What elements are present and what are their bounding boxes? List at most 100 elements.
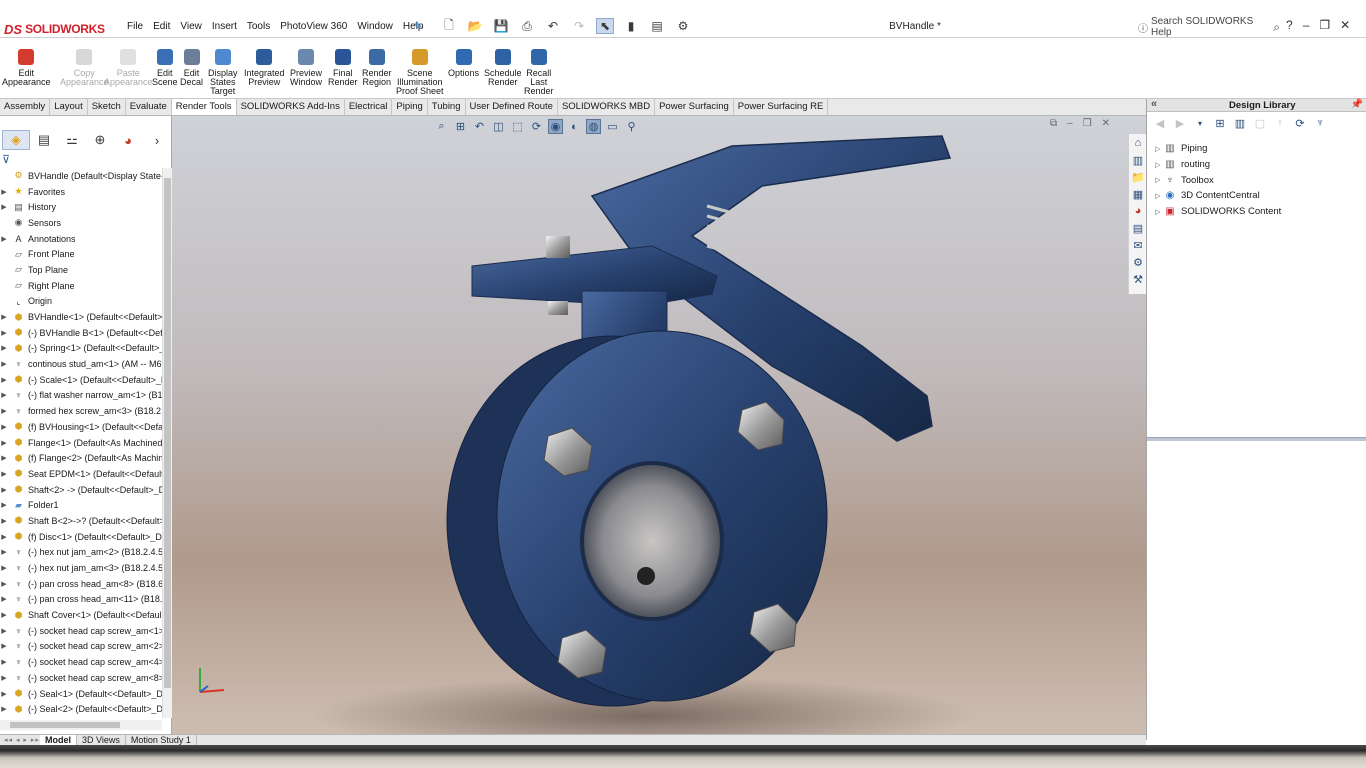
forward-icon[interactable]: ▶ (1173, 116, 1187, 130)
tree-item[interactable]: ▶ ♆ continous stud_am<1> (AM -- M6 (0, 356, 162, 372)
menu-view[interactable]: View (175, 21, 207, 32)
expand-arrow-icon[interactable]: ▷ (1155, 145, 1164, 153)
pin-pane-icon[interactable]: 📌 (1351, 99, 1363, 110)
back-icon[interactable]: ◀ (1153, 116, 1167, 130)
menu-edit[interactable]: Edit (148, 21, 175, 32)
tree-item[interactable]: ▶ ⬢ Flange<1> (Default<As Machined: (0, 435, 162, 451)
expand-arrow-icon[interactable]: ▶ (0, 454, 8, 462)
expand-arrow-icon[interactable]: ▶ (0, 486, 8, 494)
scrollbar-thumb[interactable] (164, 178, 171, 688)
tree-item[interactable]: ▶ ⬢ (f) Flange<2> (Default<As Machin (0, 450, 162, 466)
tree-item[interactable]: ▶ ♆ (-) socket head cap screw_am<8> (0, 670, 162, 686)
tree-item[interactable]: ▶ ⬢ Shaft<2> -> (Default<<Default>_D (0, 482, 162, 498)
view-palette-icon[interactable]: ▦ (1130, 186, 1146, 202)
tree-item[interactable]: ▶ ⬢ BVHandle<1> (Default<<Default> (0, 309, 162, 325)
feature-tree-vertical-scrollbar[interactable] (162, 168, 172, 718)
add-to-library-icon[interactable]: ⊞ (1213, 116, 1227, 130)
tree-item[interactable]: ▶ ♆ (-) pan cross head_am<8> (B18.6.7 (0, 576, 162, 592)
tree-item[interactable]: ▶ ⬢ (f) Disc<1> (Default<<Default>_Di (0, 529, 162, 545)
tree-item[interactable]: ⚙ BVHandle (Default<Display State-1>) (0, 168, 162, 184)
display-manager-icon[interactable]: ◕ (114, 130, 142, 150)
restore-icon[interactable]: ❐ (1319, 18, 1330, 32)
tab-solidworks-mbd[interactable]: SOLIDWORKS MBD (558, 99, 656, 115)
tree-item[interactable]: ▶ ♆ (-) flat washer narrow_am<1> (B18 (0, 388, 162, 404)
select-arrow-icon[interactable]: ⬉ (596, 18, 614, 34)
file-properties-icon[interactable]: ▤ (648, 18, 666, 34)
tab-user-defined-route[interactable]: User Defined Route (466, 99, 558, 115)
help-search-input[interactable]: Search SOLIDWORKS Help (1151, 16, 1270, 38)
search-icon[interactable]: ⌕ (1273, 20, 1280, 35)
close-icon[interactable]: ✕ (1340, 18, 1350, 32)
final-render-button[interactable]: Final Render (328, 49, 358, 87)
configuration-manager-icon[interactable]: ⚍ (58, 130, 86, 150)
tree-item[interactable]: ▶ ♆ (-) socket head cap screw_am<1> (0, 623, 162, 639)
expand-arrow-icon[interactable]: ▶ (0, 376, 8, 384)
save-icon[interactable]: 💾 (492, 18, 510, 34)
expand-arrow-icon[interactable]: ▷ (1155, 161, 1164, 169)
appearances-scenes-icon[interactable]: ◕ (1130, 203, 1146, 219)
graphics-area[interactable]: ⌕ ⊞ ↶ ◫ ⬚ ⟳ ◉ ◐ ◍ ▭ ⚲ ⧉ – ❐ ✕ (172, 116, 1146, 734)
tab-render-tools[interactable]: Render Tools (171, 99, 237, 115)
help-question-icon[interactable]: ? (1286, 18, 1293, 32)
help-search[interactable]: ⓘ Search SOLIDWORKS Help ⌕ (1138, 16, 1280, 38)
up-one-level-icon[interactable]: ↑ (1273, 116, 1287, 130)
expand-arrow-icon[interactable]: ▶ (0, 564, 8, 572)
expand-arrow-icon[interactable]: ▶ (0, 188, 8, 196)
expand-arrow-icon[interactable]: ▶ (0, 690, 8, 698)
edit-appearance-button[interactable]: Edit Appearance (2, 49, 51, 87)
tree-item[interactable]: ◉ Sensors (0, 215, 162, 231)
expand-arrow-icon[interactable]: ▷ (1155, 208, 1164, 216)
property-manager-icon[interactable]: ▤ (30, 130, 58, 150)
tree-item[interactable]: ▱ Front Plane (0, 246, 162, 262)
panel-chevron-right-icon[interactable]: › (148, 130, 166, 150)
design-library-item-solidworks-content[interactable]: ▷ ▣ SOLIDWORKS Content (1155, 204, 1281, 220)
tree-item[interactable]: ▶ ★ Favorites (0, 184, 162, 200)
menu-tools[interactable]: Tools (242, 21, 275, 32)
file-explorer-icon[interactable]: 📁 (1130, 169, 1146, 185)
tree-item[interactable]: ▶ ⬢ (-) Scale<1> (Default<<Default>_D (0, 372, 162, 388)
tree-item[interactable]: ▶ ♆ (-) socket head cap screw_am<4> (0, 654, 162, 670)
design-library-splitter[interactable] (1147, 437, 1366, 441)
expand-arrow-icon[interactable]: ▶ (0, 391, 8, 399)
tree-item[interactable]: ▶ ♆ (-) hex nut jam_am<3> (B18.2.4.5M (0, 560, 162, 576)
tab-tubing[interactable]: Tubing (428, 99, 466, 115)
tree-item[interactable]: ▶ A Annotations (0, 231, 162, 247)
tree-item[interactable]: ▶ ♆ (-) pan cross head_am<11> (B18.6 (0, 592, 162, 608)
undo-icon[interactable]: ↶ (544, 18, 562, 34)
butterfly-valve-model[interactable] (172, 116, 1146, 734)
tree-item[interactable]: ⌞ Origin (0, 294, 162, 310)
options-gear-icon[interactable]: ⚙ (674, 18, 692, 34)
create-new-folder-icon[interactable]: ▢ (1253, 116, 1267, 130)
refresh-icon[interactable]: ⟳ (1293, 116, 1307, 130)
preview-window-button[interactable]: Preview Window (290, 49, 322, 87)
tree-item[interactable]: ▱ Right Plane (0, 278, 162, 294)
print-icon[interactable]: ⎙ (518, 18, 536, 34)
expand-arrow-icon[interactable]: ▶ (0, 548, 8, 556)
tab-scroll-arrows[interactable]: ◂◂ ◂ ▸ ▸▸ (0, 736, 40, 744)
display-states-target-button[interactable]: Display States Target (208, 49, 238, 96)
tree-item[interactable]: ▶ ⬢ (-) Seal<1> (Default<<Default>_Di (0, 686, 162, 702)
tree-item[interactable]: ▶ ⬢ Shaft B<2>->? (Default<<Default> (0, 513, 162, 529)
expand-arrow-icon[interactable]: ▶ (0, 580, 8, 588)
collapse-pane-icon[interactable]: « (1151, 98, 1157, 110)
expand-arrow-icon[interactable]: ▶ (0, 423, 8, 431)
tab-power-surfacing-re[interactable]: Power Surfacing RE (734, 99, 829, 115)
expand-arrow-icon[interactable]: ▶ (0, 329, 8, 337)
copy-appearance-button[interactable]: Copy Appearance (60, 49, 109, 87)
expand-arrow-icon[interactable]: ▶ (0, 627, 8, 635)
render-region-button[interactable]: Render Region (362, 49, 392, 87)
menu-window[interactable]: Window (352, 21, 398, 32)
tab-power-surfacing[interactable]: Power Surfacing (655, 99, 734, 115)
scrollbar-thumb[interactable] (10, 722, 120, 728)
bottom-tab-motion-study-1[interactable]: Motion Study 1 (126, 734, 197, 746)
tab-sketch[interactable]: Sketch (88, 99, 126, 115)
paste-appearance-button[interactable]: Paste Appearance (104, 49, 153, 87)
tree-item[interactable]: ▶ ⬢ (-) BVHandle B<1> (Default<<Def (0, 325, 162, 341)
tab-electrical[interactable]: Electrical (345, 99, 393, 115)
tree-item[interactable]: ▶ ♆ (-) hex nut jam_am<2> (B18.2.4.5M (0, 545, 162, 561)
schedule-render-button[interactable]: Schedule Render (484, 49, 522, 87)
solidworks-forum-icon[interactable]: ✉ (1130, 237, 1146, 253)
menu-insert[interactable]: Insert (207, 21, 242, 32)
integrated-preview-button[interactable]: Integrated Preview (244, 49, 285, 87)
expand-arrow-icon[interactable]: ▶ (0, 705, 8, 713)
